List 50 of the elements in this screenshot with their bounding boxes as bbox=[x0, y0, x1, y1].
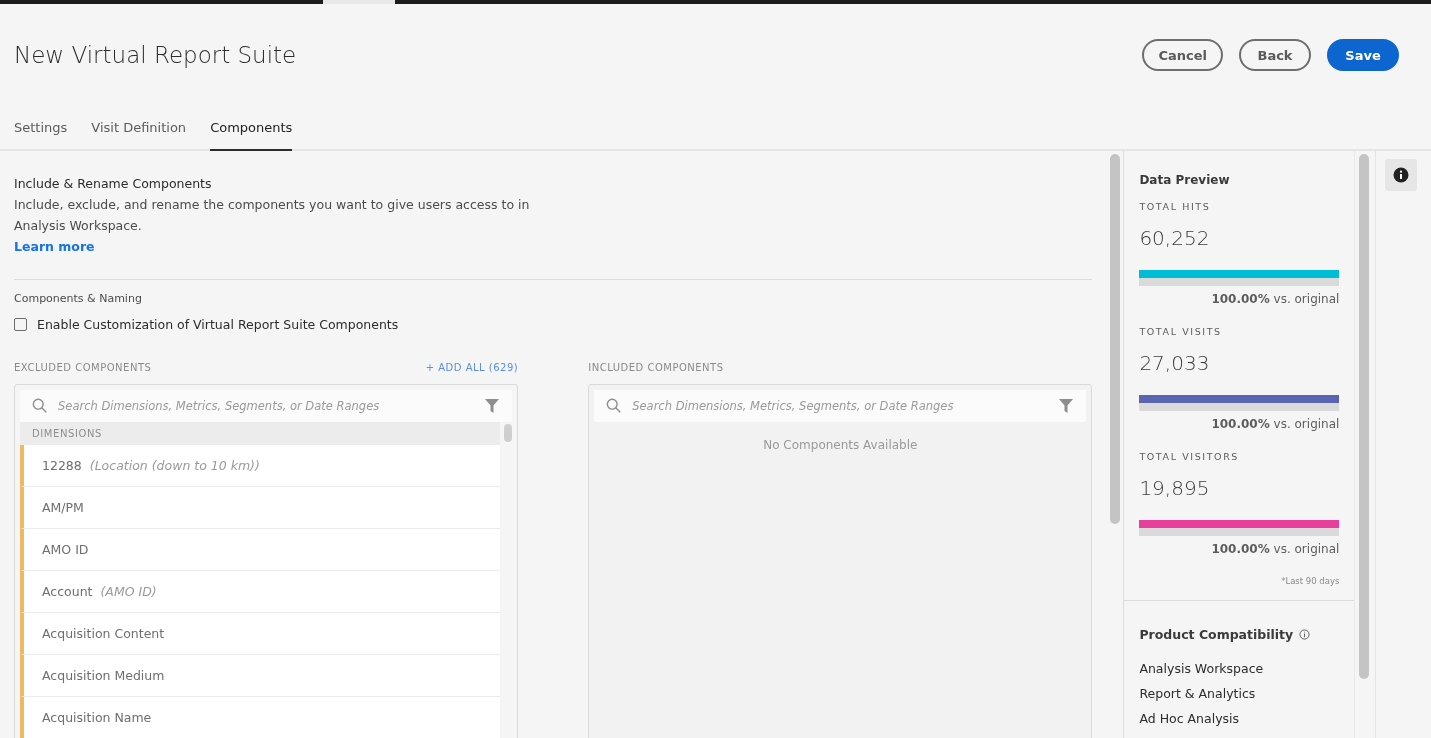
search-field[interactable]: Search Dimensions, Metrics, Segments, or Date Ranges bbox=[594, 390, 1087, 422]
section-label: Components & Naming bbox=[14, 292, 143, 305]
component-item[interactable]: Acquisition Name bbox=[20, 697, 501, 738]
panel-title: Product Compatibility bbox=[1139, 627, 1294, 642]
save-button[interactable]: Save bbox=[1327, 39, 1399, 71]
secondary-button[interactable]: Back bbox=[1239, 39, 1311, 71]
comparison-text: 100.00% vs. original bbox=[1210, 292, 1340, 306]
checkbox[interactable] bbox=[14, 318, 27, 331]
panel-title: Data Preview bbox=[1139, 173, 1231, 187]
component-item[interactable]: Acquisition Content bbox=[20, 613, 501, 655]
page-title: New Virtual Report Suite bbox=[14, 42, 297, 68]
product-item: Ad Hoc Analysis bbox=[1139, 710, 1241, 728]
info-button[interactable] bbox=[1385, 159, 1418, 191]
search-field[interactable]: Search Dimensions, Metrics, Segments, or Date Ranges bbox=[20, 390, 513, 422]
comparison-text: 100.00% vs. original bbox=[1210, 542, 1340, 556]
add-all-link[interactable]: + ADD ALL (629) bbox=[425, 362, 519, 384]
scrollbar-thumb[interactable] bbox=[504, 424, 513, 442]
checkbox-label: Enable Customization of Virtual Report Suite Components bbox=[37, 317, 399, 332]
metric-label: TOTAL VISITS bbox=[1139, 326, 1223, 337]
empty-message: No Components Available bbox=[762, 438, 919, 452]
component-item[interactable]: AMO ID bbox=[20, 529, 501, 571]
learn-more-link[interactable]: Learn more bbox=[14, 236, 95, 257]
metric-label: TOTAL VISITORS bbox=[1139, 451, 1240, 462]
column-label: EXCLUDED COMPONENTS bbox=[14, 362, 152, 375]
product-item: Analysis Workspace bbox=[1139, 660, 1265, 678]
metric-label: TOTAL HITS bbox=[1139, 201, 1212, 212]
group-header: DIMENSIONS bbox=[20, 422, 501, 445]
metric-value: 19,895 bbox=[1139, 476, 1211, 500]
description-text: Include, exclude, and rename the components you want to give users access to in Analysis Workspace. bbox=[14, 196, 531, 235]
info-icon[interactable] bbox=[1299, 629, 1311, 640]
metric-value: 60,252 bbox=[1139, 226, 1211, 250]
component-item[interactable]: AM/PM bbox=[20, 487, 501, 529]
column-label: INCLUDED COMPONENTS bbox=[588, 362, 724, 375]
component-item[interactable]: 12288 (Location (down to 10 km)) bbox=[20, 445, 501, 487]
tab[interactable]: Settings bbox=[14, 106, 68, 151]
search-icon bbox=[606, 398, 623, 414]
filter-icon[interactable] bbox=[484, 398, 501, 414]
footnote: *Last 90 days bbox=[1280, 576, 1340, 586]
metric-value: 27,033 bbox=[1139, 351, 1211, 375]
tab[interactable]: Visit Definition bbox=[91, 106, 187, 151]
search-icon bbox=[32, 398, 48, 414]
component-item[interactable]: Acquisition Medium bbox=[20, 655, 501, 697]
tab[interactable]: Components bbox=[210, 106, 293, 151]
filter-icon[interactable] bbox=[1058, 398, 1075, 414]
secondary-button[interactable]: Cancel bbox=[1142, 39, 1223, 71]
info-icon bbox=[1393, 167, 1410, 183]
component-item[interactable]: Account (AMO ID) bbox=[20, 571, 501, 613]
comparison-text: 100.00% vs. original bbox=[1210, 417, 1340, 431]
product-item: Report & Analytics bbox=[1139, 685, 1257, 703]
section-heading: Include & Rename Components bbox=[14, 175, 213, 193]
